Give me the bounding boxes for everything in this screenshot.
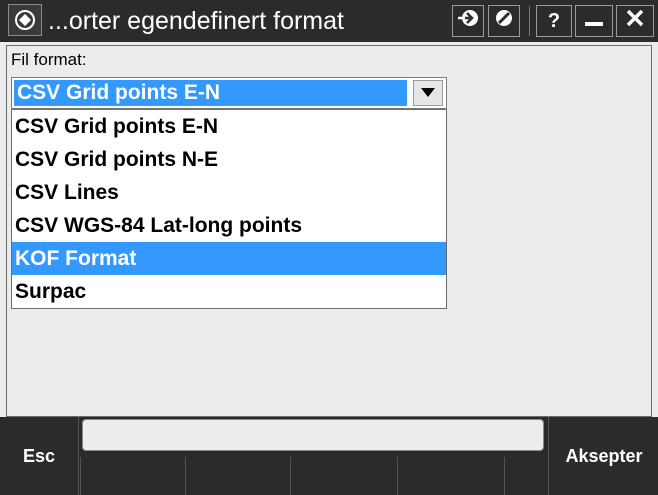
minimize-button[interactable] (575, 5, 613, 37)
help-button[interactable]: ? (536, 5, 572, 37)
softkey-bar: Esc Aksepter (0, 417, 658, 495)
file-format-selected-value[interactable]: CSV Grid points E-N (14, 80, 407, 106)
close-icon (626, 9, 644, 33)
file-format-select[interactable]: CSV Grid points E-N (11, 77, 447, 109)
titlebar-divider (529, 6, 530, 36)
dropdown-toggle-button[interactable] (413, 80, 443, 106)
softkey-slot[interactable] (290, 457, 398, 495)
sync-arrow-icon (457, 8, 479, 34)
chevron-down-icon (421, 84, 435, 102)
softkey-slot[interactable] (80, 457, 186, 495)
sync-button[interactable] (452, 5, 484, 37)
app-logo-icon[interactable] (8, 4, 42, 36)
file-format-label: Fil format: (11, 50, 87, 69)
softkey-slot[interactable] (185, 457, 291, 495)
status-field (82, 419, 544, 451)
close-button[interactable] (616, 5, 654, 37)
option-csv-grid-points-e-n[interactable]: CSV Grid points E-N (12, 110, 446, 143)
option-kof-format[interactable]: KOF Format (12, 242, 446, 275)
stop-button[interactable] (488, 5, 520, 37)
option-csv-grid-points-n-e[interactable]: CSV Grid points N-E (12, 143, 446, 176)
content-panel: Fil format: CSV Grid points E-N CSV Grid… (6, 45, 652, 417)
window-title: ...orter egendefinert format (48, 7, 344, 35)
option-csv-lines[interactable]: CSV Lines (12, 176, 446, 209)
help-icon: ? (547, 9, 561, 32)
option-surpac[interactable]: Surpac (12, 275, 446, 308)
minimize-icon (585, 10, 603, 33)
softkey-slot[interactable] (397, 457, 505, 495)
file-format-dropdown-list: CSV Grid points E-N CSV Grid points N-E … (11, 109, 447, 309)
softkey-slot[interactable] (504, 457, 549, 495)
accept-button[interactable]: Aksepter (548, 417, 658, 495)
no-entry-icon (494, 8, 514, 34)
title-bar: ...orter egendefinert format ? (0, 0, 658, 42)
option-csv-wgs84-lat-long-points[interactable]: CSV WGS-84 Lat-long points (12, 209, 446, 242)
esc-button[interactable]: Esc (0, 417, 79, 495)
